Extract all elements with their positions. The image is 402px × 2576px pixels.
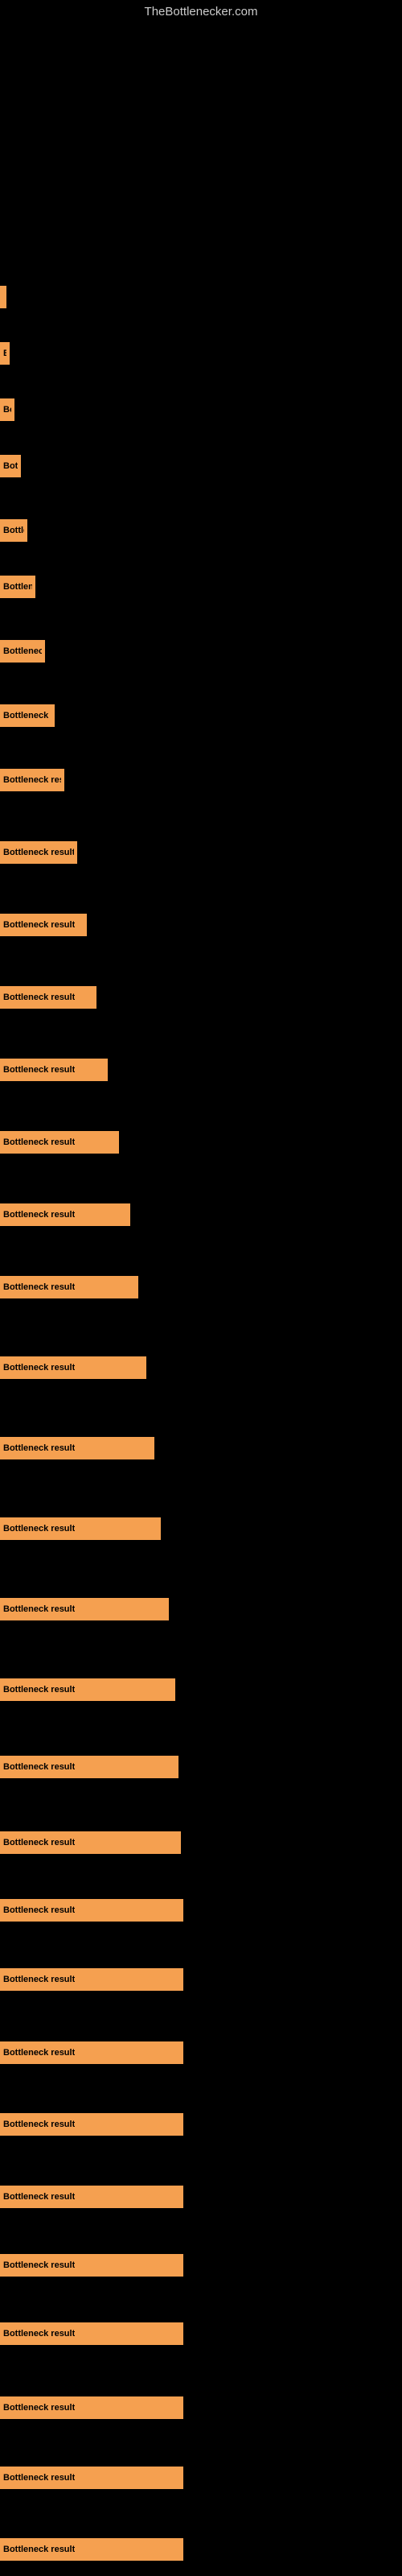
bar-label: B bbox=[3, 349, 6, 358]
bar-row: Bottleneck result bbox=[0, 2037, 183, 2068]
bar-label: Bottleneck re bbox=[3, 582, 32, 592]
bar-row: Bottleneck re bbox=[0, 572, 35, 602]
bottleneck-bar: Bottleneck result bbox=[0, 769, 64, 791]
bar-label: Bottleneck result bbox=[3, 2403, 75, 2413]
bar-row: Bottleneck result bbox=[0, 1055, 108, 1085]
bar-label: Bottleneck result bbox=[3, 848, 74, 857]
bar-row: Bo bbox=[0, 394, 14, 425]
bar-label: Bottleneck result bbox=[3, 711, 51, 720]
bar-label: Bo bbox=[3, 405, 11, 415]
bar-row: Bottleneck result bbox=[0, 837, 77, 868]
bottleneck-bar: Bottleneck result bbox=[0, 1598, 169, 1620]
bar-row: Bottleneck result bbox=[0, 1895, 183, 1926]
bar-label: Bottleneck result bbox=[3, 2545, 75, 2554]
bar-label: Bottleneck result bbox=[3, 1975, 75, 1984]
bar-row: Bottleneck result bbox=[0, 1272, 138, 1302]
bottleneck-bar: Bottleneck result bbox=[0, 1131, 119, 1154]
bar-row: Bottleneck result bbox=[0, 1433, 154, 1463]
bottleneck-bar: Bottleneck result bbox=[0, 1968, 183, 1991]
bar-row: Bottleneck result bbox=[0, 1199, 130, 1230]
bar-row: B bbox=[0, 338, 10, 369]
bottleneck-bar: Bottleneck result bbox=[0, 841, 77, 864]
bar-row: Bottlen bbox=[0, 515, 27, 546]
bar-row: Bottleneck result bbox=[0, 1752, 178, 1782]
bottleneck-bar: Bottleneck result bbox=[0, 2467, 183, 2489]
bar-label: Bottleneck result bbox=[3, 1282, 75, 1292]
bar-label: Bottleneck result bbox=[3, 993, 75, 1002]
bar-label: Bottleneck result bbox=[3, 1762, 75, 1772]
bar-row: Bottleneck re bbox=[0, 636, 45, 667]
bar-row: Bottleneck result bbox=[0, 2250, 183, 2281]
bottleneck-bar: Bottleneck result bbox=[0, 1678, 175, 1701]
bottleneck-bar: Bottleneck result bbox=[0, 2254, 183, 2277]
bottleneck-bar: Bottleneck re bbox=[0, 640, 45, 663]
bottleneck-bar: B bbox=[0, 342, 10, 365]
bottleneck-bar: Bottlen bbox=[0, 455, 21, 477]
bar-label: Bottleneck result bbox=[3, 2329, 75, 2339]
bar-label: Bottleneck result bbox=[3, 1604, 75, 1614]
bar-row: Bottleneck result bbox=[0, 982, 96, 1013]
bar-row: Bottleneck result bbox=[0, 1513, 161, 1544]
bar-row: Bottleneck result bbox=[0, 2182, 183, 2212]
bar-label: Bottleneck result bbox=[3, 1905, 75, 1915]
bar-label: Bottleneck result bbox=[3, 920, 75, 930]
bottleneck-bar: Bottleneck result bbox=[0, 986, 96, 1009]
bar-row: Bottleneck result bbox=[0, 1964, 183, 1995]
bottleneck-bar bbox=[0, 286, 6, 308]
bar-row: Bottleneck result bbox=[0, 2109, 183, 2140]
bottleneck-bar: Bottleneck result bbox=[0, 1831, 181, 1854]
bottleneck-bar: Bottleneck result bbox=[0, 1276, 138, 1298]
bottleneck-bar: Bottleneck result bbox=[0, 1356, 146, 1379]
bottleneck-bar: Bottleneck result bbox=[0, 914, 87, 936]
bar-row: Bottleneck result bbox=[0, 2534, 183, 2565]
bar-row: Bottleneck result bbox=[0, 1674, 175, 1705]
bar-row: Bottleneck result bbox=[0, 910, 87, 940]
bar-label: Bottleneck result bbox=[3, 1363, 75, 1373]
bar-label: Bottlen bbox=[3, 526, 24, 535]
bar-row bbox=[0, 282, 6, 312]
bar-label: Bottleneck result bbox=[3, 2120, 75, 2129]
bottleneck-bar: Bottleneck result bbox=[0, 2041, 183, 2064]
bar-label: Bottleneck result bbox=[3, 2260, 75, 2270]
bottleneck-bar: Bottleneck result bbox=[0, 1899, 183, 1922]
bar-label: Bottleneck result bbox=[3, 1210, 75, 1220]
bottleneck-bar: Bottlen bbox=[0, 519, 27, 542]
bottleneck-bar: Bottleneck result bbox=[0, 1437, 154, 1459]
bar-row: Bottleneck result bbox=[0, 1594, 169, 1624]
bar-label: Bottleneck result bbox=[3, 1065, 75, 1075]
bar-label: Bottleneck result bbox=[3, 2192, 75, 2202]
bottleneck-bar: Bottleneck result bbox=[0, 1059, 108, 1081]
bottleneck-bar: Bottleneck result bbox=[0, 2186, 183, 2208]
bottleneck-bar: Bottleneck re bbox=[0, 576, 35, 598]
bar-label: Bottleneck result bbox=[3, 1685, 75, 1695]
bar-row: Bottleneck result bbox=[0, 2392, 183, 2423]
bottleneck-bar: Bottleneck result bbox=[0, 1517, 161, 1540]
bottleneck-bar: Bottleneck result bbox=[0, 2396, 183, 2419]
bottleneck-bar: Bottleneck result bbox=[0, 2113, 183, 2136]
bar-label: Bottlen bbox=[3, 461, 18, 471]
bar-label: Bottleneck result bbox=[3, 775, 61, 785]
bar-label: Bottleneck result bbox=[3, 1524, 75, 1534]
bottleneck-bar: Bottleneck result bbox=[0, 1756, 178, 1778]
bar-row: Bottleneck result bbox=[0, 765, 64, 795]
bar-label: Bottleneck result bbox=[3, 1443, 75, 1453]
bottleneck-bar: Bottleneck result bbox=[0, 1203, 130, 1226]
bar-row: Bottleneck result bbox=[0, 1827, 181, 1858]
chart-area bbox=[0, 16, 402, 266]
bar-label: Bottleneck result bbox=[3, 2473, 75, 2483]
bottleneck-bar: Bottleneck result bbox=[0, 2322, 183, 2345]
bar-row: Bottleneck result bbox=[0, 2462, 183, 2493]
bottleneck-bar: Bottleneck result bbox=[0, 2538, 183, 2561]
bar-label: Bottleneck result bbox=[3, 1838, 75, 1847]
bar-row: Bottleneck result bbox=[0, 1127, 119, 1158]
bar-row: Bottleneck result bbox=[0, 2318, 183, 2349]
bar-row: Bottlen bbox=[0, 451, 21, 481]
bar-label: Bottleneck result bbox=[3, 1137, 75, 1147]
bar-row: Bottleneck result bbox=[0, 700, 55, 731]
bar-row: Bottleneck result bbox=[0, 1352, 146, 1383]
bottleneck-bar: Bo bbox=[0, 398, 14, 421]
bar-label: Bottleneck re bbox=[3, 646, 42, 656]
bottleneck-bar: Bottleneck result bbox=[0, 704, 55, 727]
bar-label: Bottleneck result bbox=[3, 2048, 75, 2058]
